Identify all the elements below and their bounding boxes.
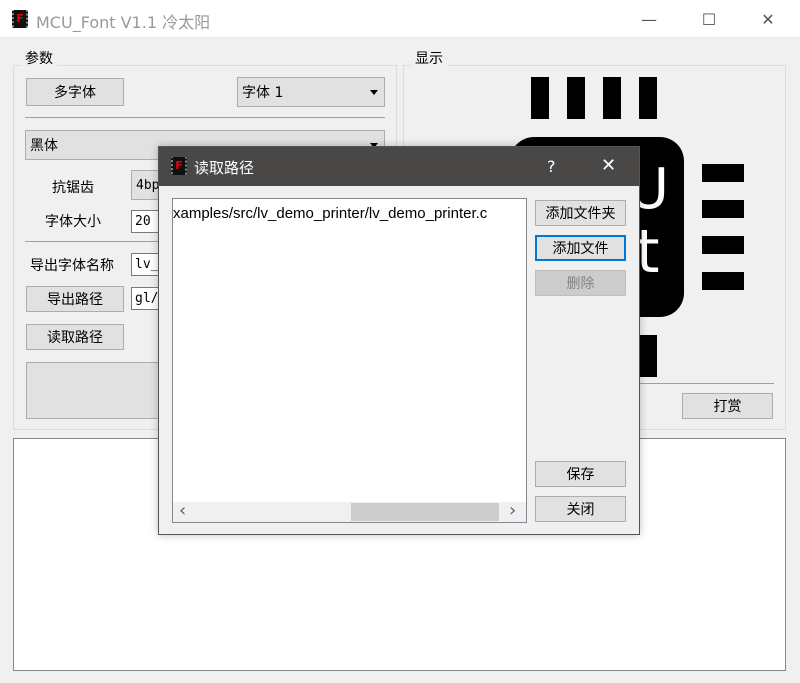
app-icon: F xyxy=(12,10,28,28)
help-button[interactable]: ? xyxy=(547,157,556,176)
maximize-button[interactable]: ☐ xyxy=(686,6,732,34)
delete-button[interactable]: 删除 xyxy=(535,270,626,296)
display-group-label: 显示 xyxy=(411,48,447,68)
font-select[interactable]: 字体 1 xyxy=(237,77,385,107)
read-path-dialog: F 读取路径 ? ✕ xamples/src/lv_demo_printer/l… xyxy=(158,146,640,535)
dialog-title-bar: F 读取路径 ? ✕ xyxy=(159,147,639,186)
reward-button[interactable]: 打赏 xyxy=(682,393,773,419)
save-button[interactable]: 保存 xyxy=(535,461,626,487)
window-title: MCU_Font V1.1 冷太阳 xyxy=(36,9,210,33)
scroll-right-icon[interactable]: › xyxy=(509,502,516,520)
dialog-title: 读取路径 xyxy=(194,157,254,178)
chevron-down-icon xyxy=(370,90,378,95)
close-dialog-button[interactable]: 关闭 xyxy=(535,496,626,522)
scrollbar-thumb[interactable] xyxy=(351,503,499,521)
dialog-app-icon: F xyxy=(171,157,187,175)
close-button[interactable]: ✕ xyxy=(745,6,791,34)
divider xyxy=(25,117,385,118)
params-group-label: 参数 xyxy=(21,48,57,68)
multi-font-button[interactable]: 多字体 xyxy=(26,78,124,106)
font-size-label: 字体大小 xyxy=(45,211,101,231)
horizontal-scrollbar[interactable]: ‹ › xyxy=(173,502,526,522)
export-path-button[interactable]: 导出路径 xyxy=(26,286,124,312)
read-path-button[interactable]: 读取路径 xyxy=(26,324,124,350)
file-list[interactable]: xamples/src/lv_demo_printer/lv_demo_prin… xyxy=(172,198,527,523)
font-select-value: 字体 1 xyxy=(242,82,283,102)
scroll-left-icon[interactable]: ‹ xyxy=(179,502,186,520)
list-item[interactable]: xamples/src/lv_demo_printer/lv_demo_prin… xyxy=(173,205,487,222)
export-name-label: 导出字体名称 xyxy=(30,255,114,275)
add-folder-button[interactable]: 添加文件夹 xyxy=(535,200,626,226)
minimize-button[interactable]: — xyxy=(626,6,672,34)
add-file-button[interactable]: 添加文件 xyxy=(535,235,626,261)
dialog-close-button[interactable]: ✕ xyxy=(601,155,616,176)
font-family-value: 黑体 xyxy=(30,135,58,155)
antialias-label: 抗锯齿 xyxy=(52,177,94,197)
title-bar: F MCU_Font V1.1 冷太阳 — ☐ ✕ xyxy=(0,0,800,38)
